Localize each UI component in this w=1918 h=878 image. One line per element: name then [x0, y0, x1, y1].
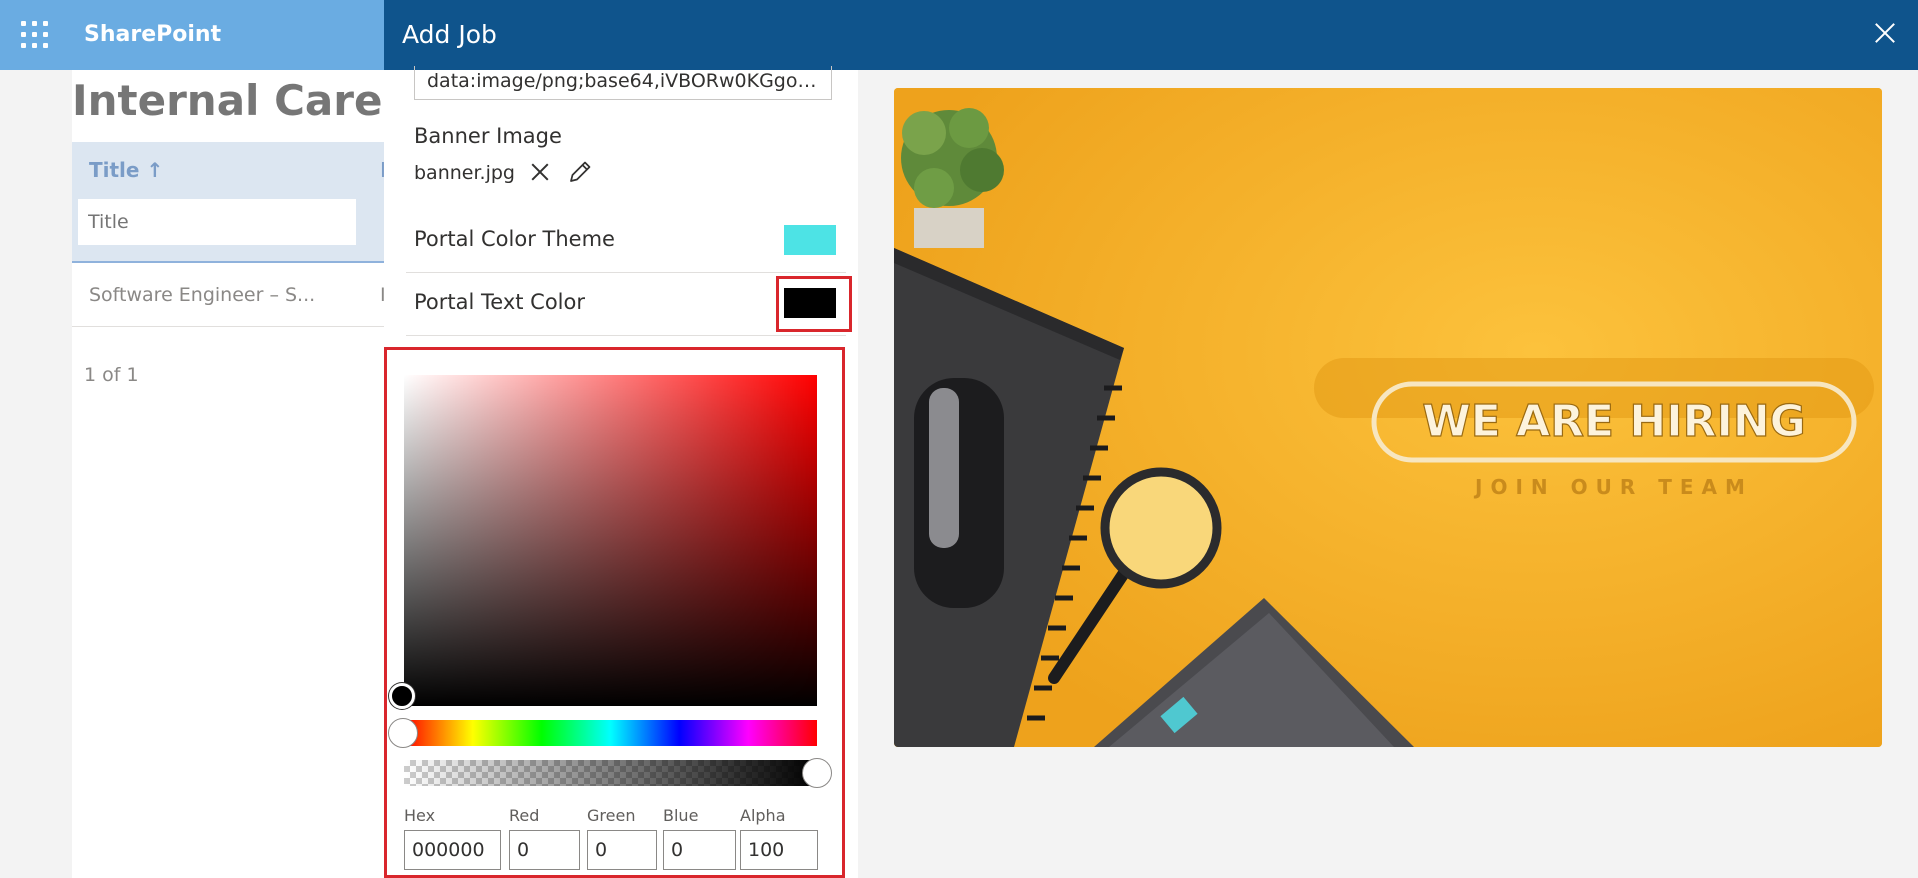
form-column: data:image/png;base64,iVBORw0KGgoAA... B… [384, 66, 858, 878]
panel-title: Add Job [402, 20, 497, 49]
picker-highlight-box [384, 347, 845, 878]
pager: 1 of 1 [84, 364, 139, 386]
portal-text-color-label: Portal Text Color [414, 290, 585, 314]
list-column-headers: Title ↑ I [72, 142, 392, 199]
banner-file-name: banner.jpg [414, 162, 515, 184]
table-row[interactable]: Software Engineer – S... I [72, 263, 392, 327]
portal-color-theme-swatch[interactable] [784, 225, 836, 255]
banner-preview-image: WE ARE HIRING JOIN OUR TEAM [894, 88, 1882, 747]
banner-data-url-field[interactable]: data:image/png;base64,iVBORw0KGgoAA... [414, 66, 832, 100]
portal-color-theme-label: Portal Color Theme [414, 227, 615, 251]
portal-color-theme-row: Portal Color Theme [406, 210, 846, 273]
banner-headline: WE ARE HIRING [1422, 396, 1806, 447]
title-filter-input[interactable] [78, 199, 356, 245]
remove-file-icon[interactable] [528, 160, 552, 184]
column-header-title[interactable]: Title ↑ [89, 158, 163, 182]
filter-row [72, 199, 392, 263]
add-job-panel: Add Job data:image/png;base64,iVBORw0KGg… [384, 0, 1918, 878]
waffle-icon[interactable] [21, 21, 48, 48]
edit-pencil-icon[interactable] [566, 158, 594, 186]
swatch-highlight-box [776, 276, 852, 332]
banner-subline: JOIN OUR TEAM [1473, 475, 1753, 499]
app-name[interactable]: SharePoint [84, 22, 221, 47]
row-title-cell[interactable]: Software Engineer – S... [89, 284, 315, 306]
banner-image-label: Banner Image [414, 124, 562, 148]
close-icon[interactable] [1870, 18, 1900, 48]
panel-header: Add Job [384, 0, 1918, 70]
